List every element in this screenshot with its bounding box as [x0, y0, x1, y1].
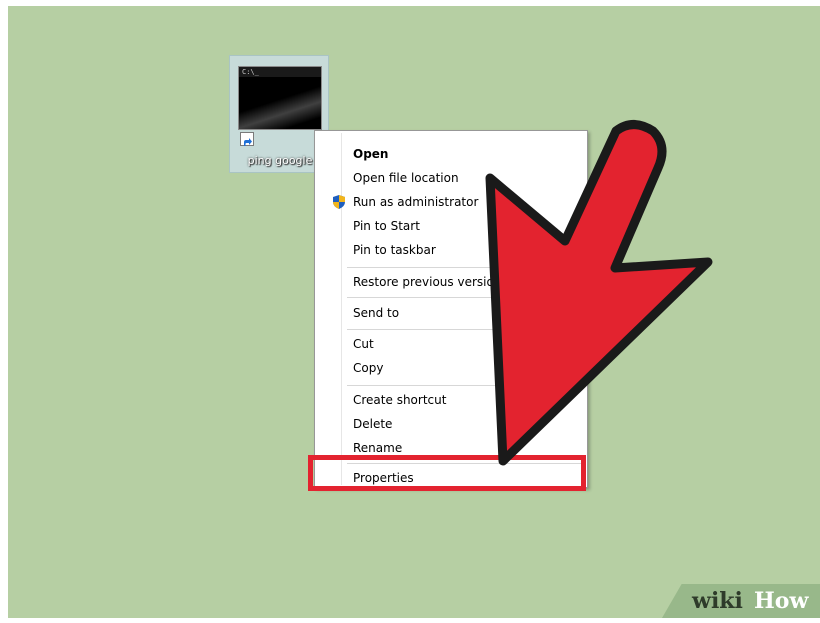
menu-item-restore-previous-versions[interactable]: Restore previous versions [315, 271, 587, 293]
menu-item-pin-to-taskbar[interactable]: Pin to taskbar [315, 239, 587, 261]
menu-item-label: Copy [353, 361, 384, 375]
menu-separator [347, 267, 583, 268]
desktop: C:\_ ping google Open Open file location [8, 6, 820, 618]
menu-item-label: Delete [353, 417, 393, 431]
uac-shield-icon [331, 194, 347, 210]
watermark-how: How [754, 588, 809, 614]
menu-separator [347, 297, 583, 298]
menu-separator [347, 385, 583, 386]
menu-item-label: Cut [353, 337, 374, 351]
menu-item-pin-to-start[interactable]: Pin to Start [315, 215, 587, 237]
menu-item-copy[interactable]: Copy [315, 357, 587, 379]
menu-item-send-to[interactable]: Send to [315, 302, 587, 324]
menu-item-cut[interactable]: Cut [315, 333, 587, 355]
cmd-prompt-glyph: C:\_ [242, 68, 259, 76]
menu-separator [347, 329, 583, 330]
menu-item-create-shortcut[interactable]: Create shortcut [315, 389, 587, 411]
shortcut-arrow-icon [240, 132, 254, 146]
menu-item-label: Open [353, 147, 389, 161]
cmd-shine [239, 76, 321, 129]
menu-item-label: Pin to Start [353, 219, 420, 233]
context-menu: Open Open file location Run as administr… [314, 130, 588, 488]
menu-item-label: Run as administrator [353, 195, 479, 209]
wikihow-watermark: wiki How [662, 578, 820, 618]
menu-item-label: Pin to taskbar [353, 243, 436, 257]
cmd-window-icon: C:\_ [238, 66, 322, 130]
watermark-wiki: wiki [692, 588, 743, 614]
menu-item-label: Open file location [353, 171, 459, 185]
menu-item-label: Create shortcut [353, 393, 447, 407]
menu-item-open-file-location[interactable]: Open file location [315, 167, 587, 189]
menu-item-run-as-administrator[interactable]: Run as administrator [315, 191, 587, 213]
menu-item-delete[interactable]: Delete [315, 413, 587, 435]
properties-highlight-box [308, 455, 586, 491]
menu-item-label: Restore previous versions [353, 275, 508, 289]
menu-item-open[interactable]: Open [315, 143, 587, 165]
menu-item-label: Send to [353, 306, 400, 320]
